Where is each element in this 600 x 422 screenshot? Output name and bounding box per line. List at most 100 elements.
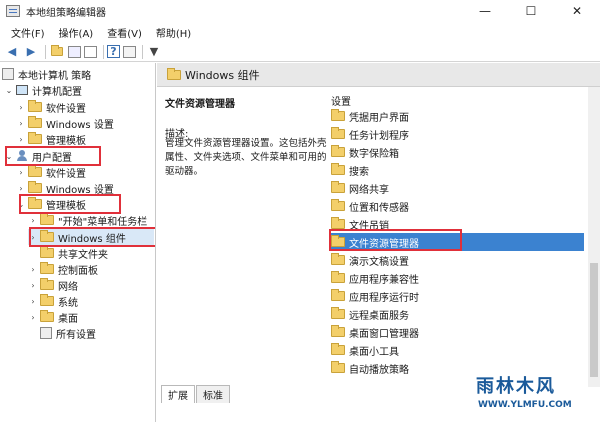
toolbar-separator [45, 44, 46, 59]
folder-icon [40, 278, 54, 290]
list-item[interactable]: 数字保险箱 [331, 143, 399, 161]
list-item-label: 自动播放策略 [349, 364, 409, 376]
description-body: 管理文件资源管理器设置。这包括外壳属性、文件夹选项、文件菜单和可用的驱动器。 [165, 138, 327, 177]
chevron-right-icon[interactable]: › [16, 184, 26, 193]
toolbar-separator [142, 44, 143, 59]
menu-view[interactable]: 查看(V) [100, 25, 149, 40]
list-item-label: 位置和传感器 [349, 202, 409, 214]
list-item[interactable]: 任务计划程序 [331, 125, 409, 143]
close-button[interactable]: ✕ [554, 0, 600, 22]
folder-icon [331, 271, 345, 283]
list-item[interactable]: 桌面窗口管理器 [331, 323, 419, 341]
folder-icon [40, 213, 54, 225]
list-item[interactable]: 应用程序兼容性 [331, 269, 419, 287]
list-column-header[interactable]: 设置 [331, 93, 351, 108]
folder-icon [331, 361, 345, 373]
chevron-right-icon[interactable]: › [16, 103, 26, 112]
folder-icon [331, 289, 345, 301]
list-item[interactable]: 位置和传感器 [331, 197, 409, 215]
tree-item-control-panel[interactable]: › 控制面板 [28, 261, 98, 277]
tree-item-cc-admin[interactable]: › 管理模板 [16, 131, 86, 147]
list-item[interactable]: 自动播放策略 [331, 359, 409, 377]
title-bar: 本地组策略编辑器 — ☐ ✕ [0, 0, 600, 22]
tree-item-computer-config[interactable]: ⌄ 计算机配置 [4, 82, 82, 98]
window-title: 本地组策略编辑器 [26, 7, 106, 19]
list-item[interactable]: 应用程序运行时 [331, 287, 419, 305]
tree-item-label: 本地计算机 策略 [18, 70, 92, 82]
tree-item-cc-software[interactable]: › 软件设置 [16, 99, 86, 115]
forward-icon[interactable]: ▶ [23, 44, 39, 60]
filter-icon[interactable]: ▼ [146, 44, 162, 60]
tree-item-network[interactable]: › 网络 [28, 277, 78, 293]
toolbar-separator [103, 44, 104, 59]
tree-item-system[interactable]: › 系统 [28, 293, 78, 309]
chevron-right-icon[interactable]: › [16, 168, 26, 177]
tab-standard[interactable]: 标准 [196, 385, 230, 403]
vertical-scrollbar[interactable] [588, 87, 600, 387]
menu-help[interactable]: 帮助(H) [149, 25, 198, 40]
tree-item-label: Windows 设置 [46, 119, 114, 131]
export-list-icon[interactable] [84, 45, 97, 58]
folder-icon [40, 246, 54, 258]
policy-icon [2, 68, 14, 80]
list-item[interactable]: 远程桌面服务 [331, 305, 409, 323]
folder-icon [40, 294, 54, 306]
list-item[interactable]: 演示文稿设置 [331, 251, 409, 269]
folder-icon [28, 181, 42, 193]
minimize-button[interactable]: — [462, 0, 508, 22]
chevron-right-icon[interactable]: › [28, 281, 38, 290]
list-item-label: 应用程序运行时 [349, 292, 419, 304]
list-item-label: 任务计划程序 [349, 130, 409, 142]
tree-item-label: "开始"菜单和任务栏 [58, 216, 148, 228]
help-icon[interactable]: ? [107, 45, 120, 58]
list-item[interactable]: 搜索 [331, 161, 369, 179]
folder-icon [28, 132, 42, 144]
list-item[interactable]: 桌面小工具 [331, 341, 399, 359]
folder-icon [28, 116, 42, 128]
tree-item-start-menu[interactable]: › "开始"菜单和任务栏 [28, 212, 147, 228]
tree-item-shared-folders[interactable]: 共享文件夹 [28, 245, 108, 261]
list-item-label: 远程桌面服务 [349, 310, 409, 322]
chevron-right-icon[interactable]: › [28, 216, 38, 225]
pane-header: Windows 组件 [157, 63, 600, 87]
tree-item-all-settings[interactable]: 所有设置 [28, 325, 96, 341]
tree-item-uc-software[interactable]: › 软件设置 [16, 164, 86, 180]
chevron-right-icon[interactable]: › [16, 119, 26, 128]
back-icon[interactable]: ◀ [4, 44, 20, 60]
show-tree-icon[interactable] [68, 45, 81, 58]
scrollbar-thumb[interactable] [590, 263, 598, 377]
folder-icon [40, 310, 54, 322]
list-item-label: 演示文稿设置 [349, 256, 409, 268]
maximize-button[interactable]: ☐ [508, 0, 554, 22]
tree-item-root[interactable]: 本地计算机 策略 [2, 66, 91, 82]
list-item[interactable]: 凭据用户界面 [331, 107, 409, 125]
properties-icon[interactable] [123, 45, 136, 58]
computer-icon [16, 85, 28, 95]
folder-icon [331, 217, 345, 229]
tree-item-desktop[interactable]: › 桌面 [28, 309, 78, 325]
list-item-label: 桌面窗口管理器 [349, 328, 419, 340]
folder-icon [331, 127, 345, 139]
folder-icon [28, 165, 42, 177]
folder-icon [40, 262, 54, 274]
chevron-down-icon[interactable]: ⌄ [4, 86, 14, 95]
watermark-title: 雨林木风 [476, 376, 556, 397]
chevron-right-icon[interactable]: › [28, 313, 38, 322]
folder-icon [331, 163, 345, 175]
tree-item-label: 软件设置 [46, 103, 86, 115]
tab-extended[interactable]: 扩展 [161, 385, 195, 403]
app-icon [6, 5, 20, 17]
list-item-label: 搜索 [349, 166, 369, 178]
tree-item-cc-windows[interactable]: › Windows 设置 [16, 115, 114, 131]
up-folder-icon[interactable] [49, 44, 65, 60]
folder-icon [331, 325, 345, 337]
chevron-right-icon[interactable]: › [28, 265, 38, 274]
chevron-right-icon[interactable]: › [28, 297, 38, 306]
tree-item-label: 所有设置 [56, 329, 96, 341]
menu-file[interactable]: 文件(F) [4, 25, 52, 40]
settings-icon [40, 327, 52, 339]
list-item-label: 数字保险箱 [349, 148, 399, 160]
chevron-right-icon[interactable]: › [16, 135, 26, 144]
menu-action[interactable]: 操作(A) [52, 25, 101, 40]
list-item[interactable]: 网络共享 [331, 179, 389, 197]
